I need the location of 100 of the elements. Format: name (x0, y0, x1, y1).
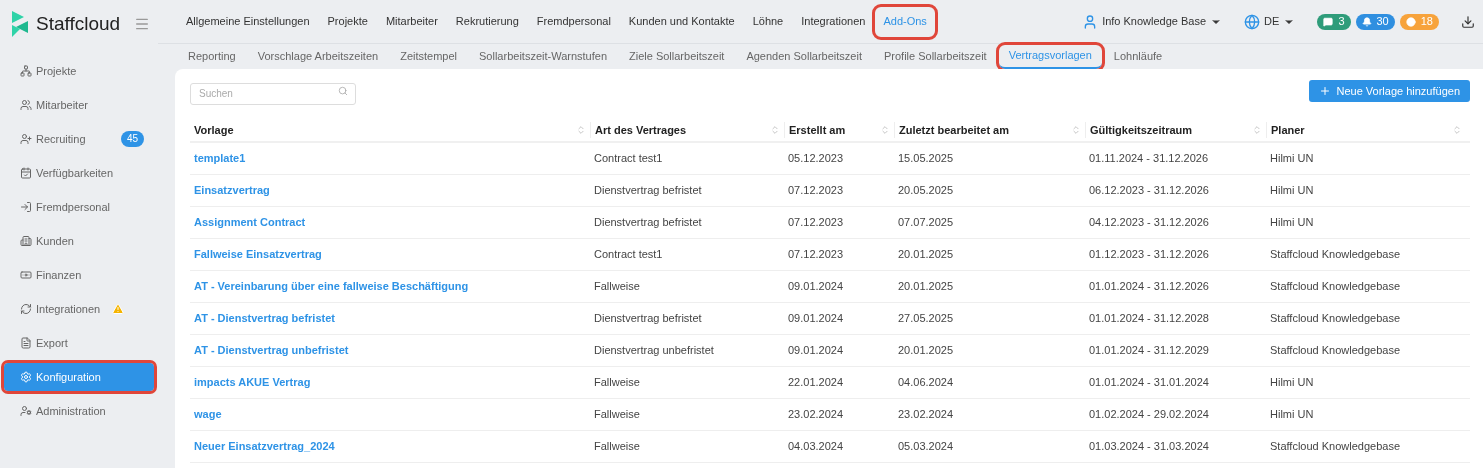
table-cell-text: Hilmi UN (1269, 407, 1315, 423)
column-header[interactable]: Gültigkeitszeitraum (1085, 121, 1266, 139)
table-cell-text: Staffcloud Knowledgebase (1269, 311, 1402, 327)
table-cell-text: Contract test1 (593, 247, 664, 263)
sub-nav-tab[interactable]: Profile Sollarbeitszeit (873, 44, 997, 69)
table-cell-text: Dienstvertrag unbefristet (593, 343, 715, 359)
top-nav-tab[interactable]: Löhne (744, 6, 792, 37)
column-header[interactable]: Art des Vertrages (590, 121, 784, 139)
template-link[interactable]: AT - Dienstvertrag unbefristet (190, 342, 590, 359)
top-nav-tab[interactable]: Integrationen (793, 6, 874, 37)
table-cell-text: 01.12.2023 - 31.12.2026 (1088, 247, 1210, 263)
hierarchy-icon (20, 65, 32, 77)
top-nav-tab[interactable]: Allgemeine Einstellungen (178, 6, 318, 37)
plus-icon (1319, 85, 1332, 97)
chat-icon (1323, 16, 1334, 27)
sub-nav-tab[interactable]: Agenden Sollarbeitszeit (736, 44, 872, 69)
table-cell-text: 01.02.2024 - 29.02.2024 (1088, 407, 1210, 423)
sidebar-item[interactable]: Verfügbarkeiten (4, 159, 154, 187)
sub-nav-tab[interactable]: Ziele Sollarbeitszeit (619, 44, 735, 69)
table-cell-text: 07.12.2023 (787, 247, 845, 263)
column-header[interactable]: Vorlage (190, 121, 590, 139)
add-template-button[interactable]: Neue Vorlage hinzufügen (1309, 80, 1470, 102)
table-cell-text: 05.03.2024 (897, 439, 955, 455)
sort-icon (1452, 125, 1462, 135)
template-link[interactable]: AT - Dienstvertrag befristet (190, 310, 590, 327)
table-cell-text: 20.01.2025 (897, 343, 955, 359)
sub-nav-tab[interactable]: Zeitstempel (390, 44, 468, 69)
bell-icon (1361, 16, 1372, 27)
sidebar-item[interactable]: Finanzen (4, 261, 154, 289)
table-cell-text: Hilmi UN (1269, 215, 1315, 231)
column-header[interactable]: Erstellt am (784, 121, 894, 139)
user-menu[interactable]: Info Knowledge Base (1082, 13, 1223, 30)
download-button[interactable] (1461, 14, 1475, 29)
sidebar-item[interactable]: Administration (4, 397, 154, 425)
gear-icon (20, 371, 32, 383)
template-link[interactable]: Assignment Contract (190, 214, 590, 231)
top-nav-tab[interactable]: Projekte (319, 6, 376, 37)
refresh-icon (20, 303, 32, 315)
table-cell-text: 07.07.2025 (897, 215, 955, 231)
table-cell-text: 06.12.2023 - 31.12.2026 (1088, 183, 1210, 199)
top-nav-tab[interactable]: Mitarbeiter (377, 6, 446, 37)
table-cell-text: 20.01.2025 (897, 247, 955, 263)
table-cell-text: Contract test1 (593, 151, 664, 167)
search-icon (338, 86, 348, 96)
table-cell-text: Hilmi UN (1269, 183, 1315, 199)
table-cell-text: Staffcloud Knowledgebase (1269, 279, 1402, 295)
table-cell-text: 04.03.2024 (787, 439, 845, 455)
sub-nav-tab[interactable]: Lohnläufe (1103, 44, 1173, 69)
template-link[interactable]: Einsatzvertrag (190, 182, 590, 199)
column-header[interactable]: Planer (1266, 121, 1466, 139)
sub-nav-tab[interactable]: Vorschlage Arbeitszeiten (247, 44, 389, 69)
top-nav-tab[interactable]: Fremdpersonal (528, 6, 619, 37)
table-cell-text: Dienstvertrag befristet (593, 215, 703, 231)
table-cell-text: Fallweise (593, 375, 641, 391)
top-nav-tab[interactable]: Kunden und Kontakte (620, 6, 743, 37)
table-cell-text: 04.12.2023 - 31.12.2026 (1088, 215, 1210, 231)
search-field[interactable]: Suchen (190, 82, 356, 105)
table-cell-text: 01.01.2024 - 31.12.2029 (1088, 343, 1210, 359)
sort-icon (1252, 125, 1262, 135)
table-cell-text: Hilmi UN (1269, 375, 1315, 391)
table-cell-text: 27.05.2025 (897, 311, 955, 327)
table-cell-text: 23.02.2024 (787, 407, 845, 423)
notification-badge[interactable]: 30 (1355, 13, 1395, 30)
sidebar-item[interactable]: Integrationen (4, 295, 154, 323)
banknote-icon (20, 269, 32, 281)
template-link[interactable]: Fallweise Einsatzvertrag (190, 246, 590, 263)
sidebar-item[interactable]: Mitarbeiter (4, 91, 154, 119)
sub-nav-tab[interactable]: Sollarbeitszeit-Warnstufen (469, 44, 617, 69)
logo-icon (10, 9, 30, 39)
template-link[interactable]: wage (190, 406, 590, 423)
sidebar-item[interactable]: Recruiting 45 (4, 125, 154, 153)
document-icon (20, 337, 32, 349)
language-menu[interactable]: DE (1244, 13, 1296, 30)
table-cell-text: Fallweise (593, 279, 641, 295)
count-badge: 45 (120, 131, 144, 147)
top-nav-tab[interactable]: Rekrutierung (447, 6, 527, 37)
template-link[interactable]: Neuer Einsatzvertrag_2024 (190, 438, 590, 455)
table-cell-text: 23.02.2024 (897, 407, 955, 423)
sidebar-item[interactable]: Kunden (4, 227, 154, 255)
building-icon (20, 235, 32, 247)
sidebar-item[interactable]: Export (4, 329, 154, 357)
sidebar-item[interactable]: Konfiguration (4, 363, 154, 391)
sidebar-item[interactable]: Fremdpersonal (4, 193, 154, 221)
template-link[interactable]: impacts AKUE Vertrag (190, 374, 590, 391)
sort-icon (1071, 125, 1081, 135)
sidebar-item[interactable]: Projekte (4, 57, 154, 85)
top-nav-tab[interactable]: Add-Ons (875, 6, 935, 37)
sign-in-icon (20, 201, 32, 213)
notification-badge[interactable]: 3 (1317, 13, 1351, 30)
column-header[interactable]: Zuletzt bearbeitet am (894, 121, 1085, 139)
user-gear-icon (20, 405, 32, 417)
sub-nav-tab[interactable]: Reporting (178, 44, 246, 69)
sub-nav-tab[interactable]: Vertragsvorlagen (998, 44, 1102, 69)
table-cell-text: Staffcloud Knowledgebase (1269, 343, 1402, 359)
table-cell-text: 09.01.2024 (787, 279, 845, 295)
template-link[interactable]: AT - Vereinbarung über eine fallweise Beschäftigung (190, 278, 590, 295)
template-link[interactable]: template1 (190, 150, 590, 167)
table-cell-text: Fallweise (593, 407, 641, 423)
sort-icon (770, 125, 780, 135)
table-cell-text: 09.01.2024 (787, 311, 845, 327)
